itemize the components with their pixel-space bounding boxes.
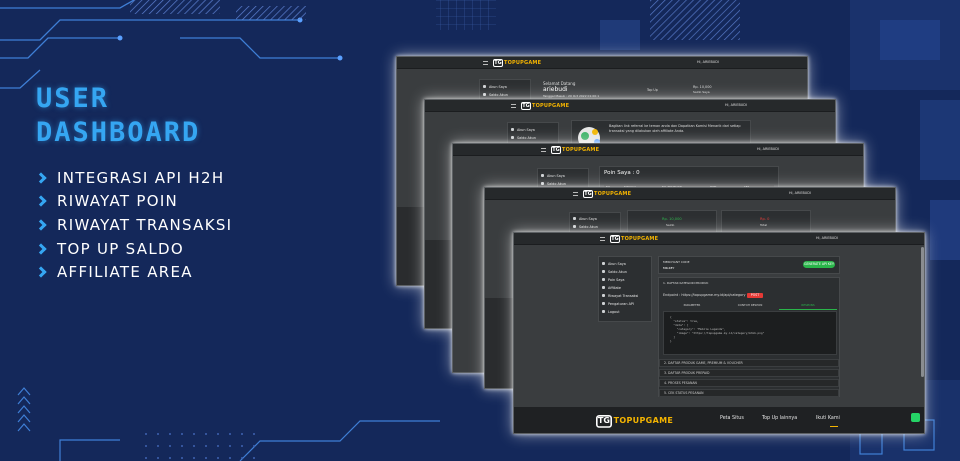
joined-date: Tanggal Masuk : 20 Oct 2022 01:00:1 xyxy=(543,94,600,98)
feature-list: INTEGRASI API H2H RIWAYAT POIN RIWAYAT T… xyxy=(35,166,233,284)
feature-label: RIWAYAT POIN xyxy=(57,192,179,211)
saldo-amount: Rp. 10,000 xyxy=(662,217,682,221)
menu-icon[interactable] xyxy=(600,237,605,241)
nav-item-akun-saya[interactable]: Akun Saya xyxy=(599,260,651,268)
brand-logo[interactable]: TG TOPUPGAME xyxy=(551,146,599,154)
top-bar: TG TOPUPGAME Hi, ARIEBUDI xyxy=(514,233,924,245)
feature-item: INTEGRASI API H2H xyxy=(35,166,232,190)
chevron-right-icon xyxy=(35,172,47,184)
nav-item-saldo-akun[interactable]: Saldo Akun xyxy=(570,223,620,231)
brand-logo[interactable]: TG TOPUPGAME xyxy=(583,190,631,198)
site-footer: TG TOPUPGAME Peta Situs Top Up lainnya Ik… xyxy=(514,407,924,433)
nav-item-affiliate[interactable]: Affiliate xyxy=(599,284,651,292)
nav-item-pengaturan-api[interactable]: Pengaturan API xyxy=(599,300,651,308)
nav-item-akun-saya[interactable]: Akun Saya xyxy=(480,83,530,91)
nav-item-saldo-akun[interactable]: Saldo Akun xyxy=(480,91,530,99)
nav-item-riwayat-transaksi[interactable]: Riwayat Transaksi xyxy=(599,292,651,300)
screenshot-api-settings: TG TOPUPGAME Hi, ARIEBUDI Akun Saya Saldo… xyxy=(513,232,925,434)
user-menu[interactable]: Hi, ARIEBUDI xyxy=(789,191,811,195)
accordion-item[interactable]: 2. DAFTAR PRODUK GAME, PREMIUM & VOUCHER xyxy=(659,359,839,367)
brand-logo[interactable]: TG TOPUPGAME xyxy=(610,235,658,243)
feature-item: RIWAYAT TRANSAKSI xyxy=(35,213,233,237)
balance-label: Saldo Saya xyxy=(693,90,710,94)
endpoint-url: Endpoint : https://topupgame.my.id/api/c… xyxy=(663,293,746,297)
user-menu[interactable]: Hi, ARIEBUDI xyxy=(757,147,779,151)
response-tabs: PARAMETER CONTOH RESPON RESPONS xyxy=(663,303,837,310)
footer-link-top-up-lainnya[interactable]: Top Up lainnya xyxy=(762,416,797,421)
user-menu[interactable]: Hi, ARIEBUDI xyxy=(816,236,838,240)
total-card: Rp. 0 Total xyxy=(721,210,811,234)
nav-item-akun-saya[interactable]: Akun Saya xyxy=(570,215,620,223)
feature-item: AFFILIATE AREA xyxy=(35,260,232,284)
menu-icon[interactable] xyxy=(483,61,488,65)
api-docs-panel: 1. DAFTAR KATEGORI PRODUK Endpoint : htt… xyxy=(658,277,840,397)
balance-value: Rp. 10,000 xyxy=(693,85,712,89)
hero-title: USER DASHBOARD xyxy=(36,82,200,150)
top-bar: TG TOPUPGAME Hi, ARIEBUDI xyxy=(397,57,807,69)
feature-item: TOP UP SALDO xyxy=(35,237,232,261)
saldo-card: Rp. 10,000 Saldo xyxy=(627,210,717,234)
chevron-right-icon xyxy=(35,195,47,208)
user-menu[interactable]: Hi, ARIEBUDI xyxy=(697,60,719,64)
user-menu[interactable]: Hi, ARIEBUDI xyxy=(725,103,747,107)
nav-item-akun-saya[interactable]: Akun Saya xyxy=(508,126,558,134)
feature-label: AFFILIATE AREA xyxy=(57,263,193,282)
merchant-card: MERCHANT CODE MR-KEY GENERATE API KEY xyxy=(658,256,840,274)
nav-item-akun-saya[interactable]: Akun Saya xyxy=(538,172,588,180)
feature-label: INTEGRASI API H2H xyxy=(57,168,225,187)
footer-logo: TG TOPUPGAME xyxy=(596,415,674,428)
menu-icon[interactable] xyxy=(541,148,546,152)
feature-label: RIWAYAT TRANSAKSI xyxy=(57,215,233,234)
merchant-label: MERCHANT CODE xyxy=(663,260,690,264)
menu-icon[interactable] xyxy=(511,104,516,108)
affiliate-description: Bagikan link referral ke teman anda dan … xyxy=(609,124,741,133)
response-code: { "status": true, "data": [ "category": … xyxy=(663,311,837,355)
footer-link-peta-situs[interactable]: Peta Situs xyxy=(720,416,744,421)
content-block xyxy=(485,298,515,388)
chevron-right-icon xyxy=(35,219,47,231)
total-amount: Rp. 0 xyxy=(760,217,770,221)
total-label: Total xyxy=(760,223,768,227)
feature-label: TOP UP SALDO xyxy=(57,239,184,258)
code-line: } xyxy=(670,339,672,343)
saldo-label: Saldo xyxy=(666,223,675,227)
content-block xyxy=(425,240,455,328)
nav-item-poin-saya[interactable]: Poin Saya xyxy=(599,276,651,284)
scrollbar[interactable] xyxy=(921,247,924,377)
nav-item-saldo-akun[interactable]: Saldo Akun xyxy=(508,134,558,142)
accordion-item[interactable]: 3. DAFTAR PRODUK PREPAID xyxy=(659,369,839,377)
whatsapp-icon[interactable] xyxy=(911,413,920,422)
chevron-right-icon xyxy=(35,266,47,278)
top-bar: TG TOPUPGAME Hi, ARIEBUDI xyxy=(425,100,835,112)
poin-title: Poin Saya : 0 xyxy=(604,170,640,176)
hero-title-line1: USER xyxy=(36,83,110,114)
side-nav: Akun Saya Saldo Akun Poin Saya Affiliate… xyxy=(598,256,652,322)
footer-link-ikuti-kami[interactable]: Ikuti Kami xyxy=(816,416,840,421)
top-bar: TG TOPUPGAME Hi, ARIEBUDI xyxy=(485,188,895,200)
brand-logo[interactable]: TG TOPUPGAME xyxy=(521,102,569,110)
footer-active-underline xyxy=(830,426,838,427)
merchant-code: MR-KEY xyxy=(663,266,675,270)
tab-respons[interactable]: RESPONS xyxy=(779,303,837,310)
method-badge: POST xyxy=(747,293,763,298)
accordion-item[interactable]: 4. PROSES PESANAN xyxy=(659,379,839,387)
nav-item-saldo-akun[interactable]: Saldo Akun xyxy=(599,268,651,276)
accordion-item[interactable]: 5. CEK STATUS PESANAN xyxy=(659,389,839,397)
feature-item: RIWAYAT POIN xyxy=(35,190,232,214)
chevron-right-icon xyxy=(35,242,47,255)
tab-contoh-respon[interactable]: CONTOH RESPON xyxy=(721,303,779,310)
section-category-title[interactable]: 1. DAFTAR KATEGORI PRODUK xyxy=(663,281,708,285)
side-nav: Akun Saya Saldo Akun xyxy=(569,212,621,234)
tab-parameter[interactable]: PARAMETER xyxy=(663,303,721,310)
brand-logo[interactable]: TG TOPUPGAME xyxy=(493,59,541,67)
topup-link[interactable]: Top Up xyxy=(647,88,658,92)
hero-title-line2: DASHBOARD xyxy=(36,117,201,148)
nav-item-logout[interactable]: Logout xyxy=(599,308,651,316)
docs-accordion: 2. DAFTAR PRODUK GAME, PREMIUM & VOUCHER… xyxy=(659,357,839,397)
username: ariebudi xyxy=(543,86,568,93)
content-block xyxy=(397,207,427,285)
generate-api-key-button[interactable]: GENERATE API KEY xyxy=(803,261,835,268)
top-bar: TG TOPUPGAME Hi, ARIEBUDI xyxy=(453,144,863,156)
menu-icon[interactable] xyxy=(573,192,578,196)
